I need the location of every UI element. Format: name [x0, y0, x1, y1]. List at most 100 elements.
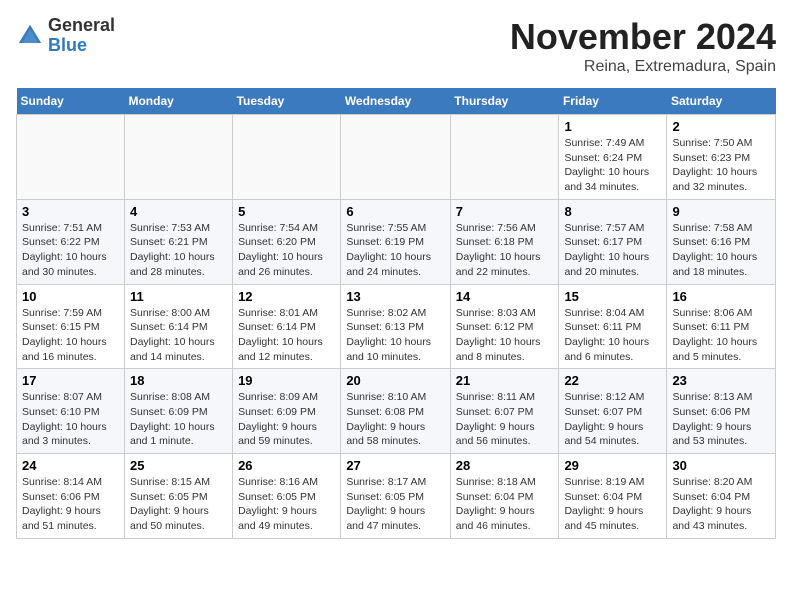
calendar-cell: 1 Sunrise: 7:49 AM Sunset: 6:24 PM Daylig… — [559, 115, 667, 200]
day-info: Sunrise: 8:20 AM Sunset: 6:04 PM Dayligh… — [672, 475, 770, 534]
calendar-week-1: 1 Sunrise: 7:49 AM Sunset: 6:24 PM Daylig… — [17, 115, 776, 200]
calendar-cell: 21 Sunrise: 8:11 AM Sunset: 6:07 PM Dayli… — [450, 369, 559, 454]
calendar-week-5: 24 Sunrise: 8:14 AM Sunset: 6:06 PM Dayli… — [17, 454, 776, 539]
calendar-cell: 19Sunrise: 8:09 AM Sunset: 6:09 PM Dayli… — [233, 369, 341, 454]
calendar-cell: 6 Sunrise: 7:55 AM Sunset: 6:19 PM Daylig… — [341, 199, 450, 284]
day-info: Sunrise: 7:50 AM Sunset: 6:23 PM Dayligh… — [672, 136, 770, 195]
day-info: Sunrise: 8:17 AM Sunset: 6:05 PM Dayligh… — [346, 475, 444, 534]
day-info: Sunrise: 8:08 AM Sunset: 6:09 PM Dayligh… — [130, 390, 227, 449]
calendar-cell: 24 Sunrise: 8:14 AM Sunset: 6:06 PM Dayli… — [17, 454, 125, 539]
logo-icon — [16, 22, 44, 50]
day-info: Sunrise: 8:13 AM Sunset: 6:06 PM Dayligh… — [672, 390, 770, 449]
calendar-cell — [233, 115, 341, 200]
day-number: 17 — [22, 373, 119, 388]
weekday-header-saturday: Saturday — [667, 88, 776, 115]
location-title: Reina, Extremadura, Spain — [510, 58, 776, 76]
day-info: Sunrise: 7:49 AM Sunset: 6:24 PM Dayligh… — [564, 136, 661, 195]
day-number: 11 — [130, 289, 227, 304]
calendar-cell: 30 Sunrise: 8:20 AM Sunset: 6:04 PM Dayli… — [667, 454, 776, 539]
day-number: 26 — [238, 458, 335, 473]
day-number: 9 — [672, 204, 770, 219]
day-number: 5 — [238, 204, 335, 219]
day-number: 21 — [456, 373, 554, 388]
title-block: November 2024 Reina, Extremadura, Spain — [510, 16, 776, 76]
calendar-cell: 14 Sunrise: 8:03 AM Sunset: 6:12 PM Dayli… — [450, 284, 559, 369]
calendar-week-3: 10 Sunrise: 7:59 AM Sunset: 6:15 PM Dayli… — [17, 284, 776, 369]
day-number: 4 — [130, 204, 227, 219]
month-title: November 2024 — [510, 16, 776, 58]
day-info: Sunrise: 7:55 AM Sunset: 6:19 PM Dayligh… — [346, 221, 444, 280]
day-number: 23 — [672, 373, 770, 388]
day-number: 10 — [22, 289, 119, 304]
day-info: Sunrise: 8:12 AM Sunset: 6:07 PM Dayligh… — [564, 390, 661, 449]
day-info: Sunrise: 8:03 AM Sunset: 6:12 PM Dayligh… — [456, 306, 554, 365]
calendar-cell — [341, 115, 450, 200]
calendar-cell: 9 Sunrise: 7:58 AM Sunset: 6:16 PM Daylig… — [667, 199, 776, 284]
day-number: 1 — [564, 119, 661, 134]
day-info: Sunrise: 7:56 AM Sunset: 6:18 PM Dayligh… — [456, 221, 554, 280]
day-info: Sunrise: 8:18 AM Sunset: 6:04 PM Dayligh… — [456, 475, 554, 534]
day-number: 7 — [456, 204, 554, 219]
calendar-cell: 10 Sunrise: 7:59 AM Sunset: 6:15 PM Dayli… — [17, 284, 125, 369]
calendar-cell: 26Sunrise: 8:16 AM Sunset: 6:05 PM Dayli… — [233, 454, 341, 539]
calendar-cell: 15Sunrise: 8:04 AM Sunset: 6:11 PM Dayli… — [559, 284, 667, 369]
day-info: Sunrise: 7:58 AM Sunset: 6:16 PM Dayligh… — [672, 221, 770, 280]
day-number: 20 — [346, 373, 444, 388]
calendar-cell: 12Sunrise: 8:01 AM Sunset: 6:14 PM Dayli… — [233, 284, 341, 369]
calendar-cell: 18Sunrise: 8:08 AM Sunset: 6:09 PM Dayli… — [124, 369, 232, 454]
calendar-cell: 7 Sunrise: 7:56 AM Sunset: 6:18 PM Daylig… — [450, 199, 559, 284]
day-info: Sunrise: 7:57 AM Sunset: 6:17 PM Dayligh… — [564, 221, 661, 280]
day-number: 28 — [456, 458, 554, 473]
day-number: 12 — [238, 289, 335, 304]
day-number: 6 — [346, 204, 444, 219]
weekday-header-monday: Monday — [124, 88, 232, 115]
calendar-cell: 3 Sunrise: 7:51 AM Sunset: 6:22 PM Daylig… — [17, 199, 125, 284]
day-info: Sunrise: 8:02 AM Sunset: 6:13 PM Dayligh… — [346, 306, 444, 365]
day-number: 14 — [456, 289, 554, 304]
calendar-cell: 20 Sunrise: 8:10 AM Sunset: 6:08 PM Dayli… — [341, 369, 450, 454]
day-number: 13 — [346, 289, 444, 304]
day-info: Sunrise: 8:19 AM Sunset: 6:04 PM Dayligh… — [564, 475, 661, 534]
day-number: 16 — [672, 289, 770, 304]
logo: General Blue — [16, 16, 115, 56]
calendar-cell: 17Sunrise: 8:07 AM Sunset: 6:10 PM Dayli… — [17, 369, 125, 454]
day-number: 24 — [22, 458, 119, 473]
logo-text: General Blue — [48, 16, 115, 56]
page-header: General Blue November 2024 Reina, Extrem… — [16, 16, 776, 76]
calendar-cell: 11Sunrise: 8:00 AM Sunset: 6:14 PM Dayli… — [124, 284, 232, 369]
calendar-cell: 5 Sunrise: 7:54 AM Sunset: 6:20 PM Daylig… — [233, 199, 341, 284]
day-number: 25 — [130, 458, 227, 473]
logo-general: General — [48, 15, 115, 35]
day-info: Sunrise: 7:53 AM Sunset: 6:21 PM Dayligh… — [130, 221, 227, 280]
weekday-header-friday: Friday — [559, 88, 667, 115]
day-info: Sunrise: 8:15 AM Sunset: 6:05 PM Dayligh… — [130, 475, 227, 534]
calendar-cell: 22Sunrise: 8:12 AM Sunset: 6:07 PM Dayli… — [559, 369, 667, 454]
day-info: Sunrise: 8:06 AM Sunset: 6:11 PM Dayligh… — [672, 306, 770, 365]
calendar-cell: 13 Sunrise: 8:02 AM Sunset: 6:13 PM Dayli… — [341, 284, 450, 369]
calendar-cell — [17, 115, 125, 200]
day-info: Sunrise: 8:10 AM Sunset: 6:08 PM Dayligh… — [346, 390, 444, 449]
day-info: Sunrise: 8:14 AM Sunset: 6:06 PM Dayligh… — [22, 475, 119, 534]
calendar-cell: 23 Sunrise: 8:13 AM Sunset: 6:06 PM Dayli… — [667, 369, 776, 454]
day-number: 19 — [238, 373, 335, 388]
day-info: Sunrise: 8:04 AM Sunset: 6:11 PM Dayligh… — [564, 306, 661, 365]
calendar-week-2: 3 Sunrise: 7:51 AM Sunset: 6:22 PM Daylig… — [17, 199, 776, 284]
calendar-cell: 8 Sunrise: 7:57 AM Sunset: 6:17 PM Daylig… — [559, 199, 667, 284]
calendar-cell: 28 Sunrise: 8:18 AM Sunset: 6:04 PM Dayli… — [450, 454, 559, 539]
calendar-week-4: 17Sunrise: 8:07 AM Sunset: 6:10 PM Dayli… — [17, 369, 776, 454]
day-info: Sunrise: 7:59 AM Sunset: 6:15 PM Dayligh… — [22, 306, 119, 365]
calendar-cell: 4 Sunrise: 7:53 AM Sunset: 6:21 PM Daylig… — [124, 199, 232, 284]
day-info: Sunrise: 8:11 AM Sunset: 6:07 PM Dayligh… — [456, 390, 554, 449]
day-number: 27 — [346, 458, 444, 473]
day-info: Sunrise: 7:54 AM Sunset: 6:20 PM Dayligh… — [238, 221, 335, 280]
calendar-cell: 25 Sunrise: 8:15 AM Sunset: 6:05 PM Dayli… — [124, 454, 232, 539]
day-number: 8 — [564, 204, 661, 219]
day-number: 3 — [22, 204, 119, 219]
calendar-cell: 27 Sunrise: 8:17 AM Sunset: 6:05 PM Dayli… — [341, 454, 450, 539]
calendar-cell: 16 Sunrise: 8:06 AM Sunset: 6:11 PM Dayli… — [667, 284, 776, 369]
weekday-header-sunday: Sunday — [17, 88, 125, 115]
calendar-cell — [124, 115, 232, 200]
day-number: 30 — [672, 458, 770, 473]
calendar-cell: 29Sunrise: 8:19 AM Sunset: 6:04 PM Dayli… — [559, 454, 667, 539]
day-info: Sunrise: 7:51 AM Sunset: 6:22 PM Dayligh… — [22, 221, 119, 280]
